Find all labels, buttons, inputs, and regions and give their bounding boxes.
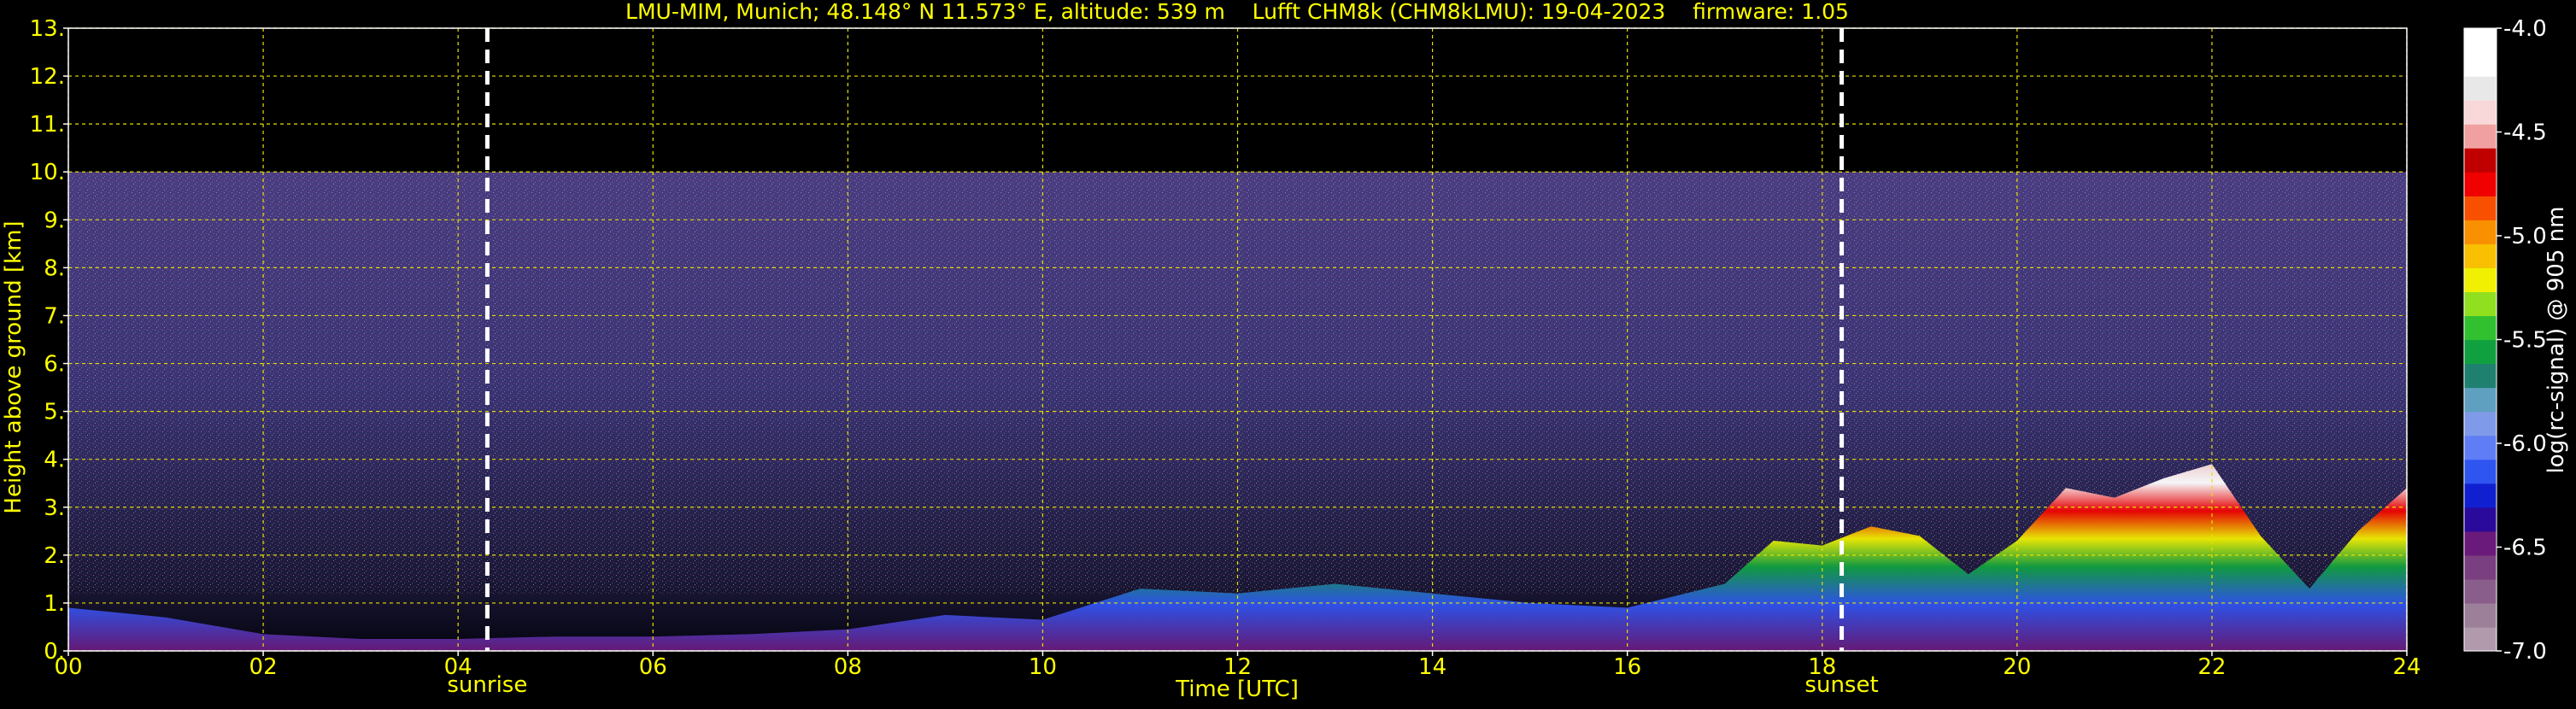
colorbar-swatch xyxy=(2464,602,2497,628)
chart-title: LMU-MIM, Munich; 48.148° N 11.573° E, al… xyxy=(625,0,1849,24)
y-tick-label: 7. xyxy=(44,303,65,329)
colorbar-swatch xyxy=(2464,220,2497,244)
colorbar-tick-label: -4.0 xyxy=(2503,16,2547,42)
y-tick-label: 10. xyxy=(30,160,65,185)
y-tick-label: 13. xyxy=(30,16,65,42)
colorbar-tick-label: -6.0 xyxy=(2503,431,2547,457)
colorbar-tick-label: -6.5 xyxy=(2503,536,2547,561)
colorbar-swatch xyxy=(2464,243,2497,268)
x-axis-label: Time [UTC] xyxy=(1175,677,1299,702)
x-tick-label: 20 xyxy=(2003,654,2031,680)
y-tick-label: 3. xyxy=(44,495,65,521)
y-tick-label: 12. xyxy=(30,64,65,90)
colorbar-swatch xyxy=(2464,76,2497,101)
y-tick-label: 8. xyxy=(44,255,65,281)
colorbar-swatch xyxy=(2464,28,2497,53)
colorbar-swatch xyxy=(2464,435,2497,460)
colorbar-swatch xyxy=(2464,483,2497,508)
x-tick-label: 02 xyxy=(249,654,278,680)
y-tick-label: 4. xyxy=(44,448,65,473)
colorbar-swatch xyxy=(2464,387,2497,413)
y-axis-label: Height above ground [km] xyxy=(1,220,26,513)
colorbar-swatch xyxy=(2464,172,2497,196)
colorbar-swatch xyxy=(2464,339,2497,365)
x-tick-label: 16 xyxy=(1613,654,1641,680)
x-tick-label: 22 xyxy=(2198,654,2226,680)
colorbar-swatch xyxy=(2464,100,2497,125)
y-tick-label: 1. xyxy=(44,591,65,617)
colorbar-swatch xyxy=(2464,554,2497,580)
colorbar-swatch xyxy=(2464,52,2497,77)
colorbar-swatch xyxy=(2464,148,2497,173)
colorbar-swatch xyxy=(2464,530,2497,556)
colorbar-swatch xyxy=(2464,626,2497,652)
colorbar-swatch xyxy=(2464,411,2497,437)
colorbar-label: log(rc-signal) @ 905 nm xyxy=(2544,207,2569,474)
y-tick-label: 0. xyxy=(44,639,65,665)
colorbar-swatch xyxy=(2464,196,2497,220)
colorbar-swatch xyxy=(2464,291,2497,317)
colorbar-tick-label: -4.5 xyxy=(2503,120,2547,146)
colorbar-swatch xyxy=(2464,124,2497,149)
colorbar-swatch xyxy=(2464,459,2497,484)
colorbar-swatch xyxy=(2464,267,2497,293)
colorbar-tick-label: -7.0 xyxy=(2503,639,2547,665)
y-tick-label: 2. xyxy=(44,543,65,569)
x-tick-label: 14 xyxy=(1418,654,1446,680)
colorbar-swatch xyxy=(2464,578,2497,604)
y-tick-label: 11. xyxy=(30,112,65,138)
x-tick-label: 24 xyxy=(2392,654,2421,680)
backscatter-chart: sunrise sunset 00 02 04 06 08 10 12 14 16 18 20 22 24… xyxy=(1,0,2569,702)
colorbar-swatch xyxy=(2464,363,2497,389)
x-tick-label: 06 xyxy=(639,654,667,680)
x-tick-label: 18 xyxy=(1808,654,1836,680)
colorbar-swatch xyxy=(2464,507,2497,532)
y-tick-label: 9. xyxy=(44,208,65,233)
x-tick-label: 04 xyxy=(444,654,472,680)
colorbar: -4.0 -4.5 -5.0 -5.5 -6.0 -6.5 -7.0 xyxy=(2463,16,2547,665)
lidar-quicklook: sunrise sunset 00 02 04 06 08 10 12 14 16 18 20 22 24… xyxy=(0,0,2576,706)
y-tick-label: 6. xyxy=(44,352,65,378)
colorbar-tick-label: -5.5 xyxy=(2503,328,2547,354)
y-tick-label: 5. xyxy=(44,400,65,425)
x-tick-label: 08 xyxy=(834,654,862,680)
x-tick-label: 10 xyxy=(1029,654,1057,680)
colorbar-tick-label: -5.0 xyxy=(2503,224,2547,249)
colorbar-swatch xyxy=(2464,315,2497,341)
